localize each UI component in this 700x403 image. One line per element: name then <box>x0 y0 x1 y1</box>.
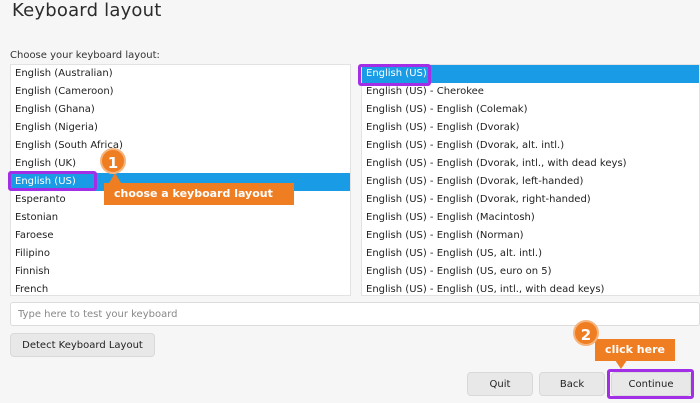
variant-list-item[interactable]: English (US) - English (Dvorak, intl., w… <box>362 155 699 173</box>
step1-callout: choose a keyboard layout <box>104 183 294 205</box>
variant-list-item[interactable]: English (US) - English (Colemak) <box>362 101 699 119</box>
layout-list-item[interactable]: English (Ghana) <box>11 101 350 119</box>
layout-list-item[interactable]: French <box>11 281 350 295</box>
variant-list-item[interactable]: English (US) - English (Dvorak) <box>362 119 699 137</box>
quit-button[interactable]: Quit <box>467 372 533 396</box>
variant-list-item[interactable]: English (US) - English (US, euro on 5) <box>362 263 699 281</box>
layout-list-item[interactable]: English (Nigeria) <box>11 119 350 137</box>
layout-list-item[interactable]: Faroese <box>11 227 350 245</box>
variant-list-item[interactable]: English (US) - English (Dvorak, alt. int… <box>362 137 699 155</box>
page-title: Keyboard layout <box>12 0 162 21</box>
detect-keyboard-layout-button[interactable]: Detect Keyboard Layout <box>10 333 155 357</box>
variant-list-item[interactable]: English (US) <box>362 65 699 83</box>
variant-list-item[interactable]: English (US) - English (Dvorak, right-ha… <box>362 191 699 209</box>
layout-list-item[interactable]: Estonian <box>11 209 350 227</box>
step2-callout: click here <box>595 339 675 361</box>
continue-button[interactable]: Continue <box>611 372 691 396</box>
layout-list-item[interactable]: English (Australian) <box>11 65 350 83</box>
variant-list-item[interactable]: English (US) - Cherokee <box>362 83 699 101</box>
layout-list-item[interactable]: Filipino <box>11 245 350 263</box>
layout-list-item[interactable]: Finnish <box>11 263 350 281</box>
layout-list-item[interactable]: English (South Africa) <box>11 137 350 155</box>
callout-pointer <box>615 360 627 369</box>
keyboard-test-input[interactable] <box>10 302 700 326</box>
variant-list-item[interactable]: English (US) - English (Macintosh) <box>362 209 699 227</box>
back-button[interactable]: Back <box>539 372 605 396</box>
step2-badge: 2 <box>573 320 599 346</box>
layout-list-item[interactable]: English (Cameroon) <box>11 83 350 101</box>
variant-list-item[interactable]: English (US) - English (Norman) <box>362 227 699 245</box>
layout-prompt: Choose your keyboard layout: <box>10 50 160 61</box>
variant-list[interactable]: English (US) English (US) - Cherokee Engli… <box>361 64 700 296</box>
step1-badge: 1 <box>100 148 126 174</box>
variant-list-item[interactable]: English (US) - English (Dvorak, left-han… <box>362 173 699 191</box>
variant-list-item[interactable]: English (US) - English (US, intl., with … <box>362 281 699 295</box>
variant-list-item[interactable]: English (US) - English (US, alt. intl.) <box>362 245 699 263</box>
layout-list-item[interactable]: English (UK) <box>11 155 350 173</box>
layout-list[interactable]: English (Australian) English (Cameroon) En… <box>10 64 351 296</box>
